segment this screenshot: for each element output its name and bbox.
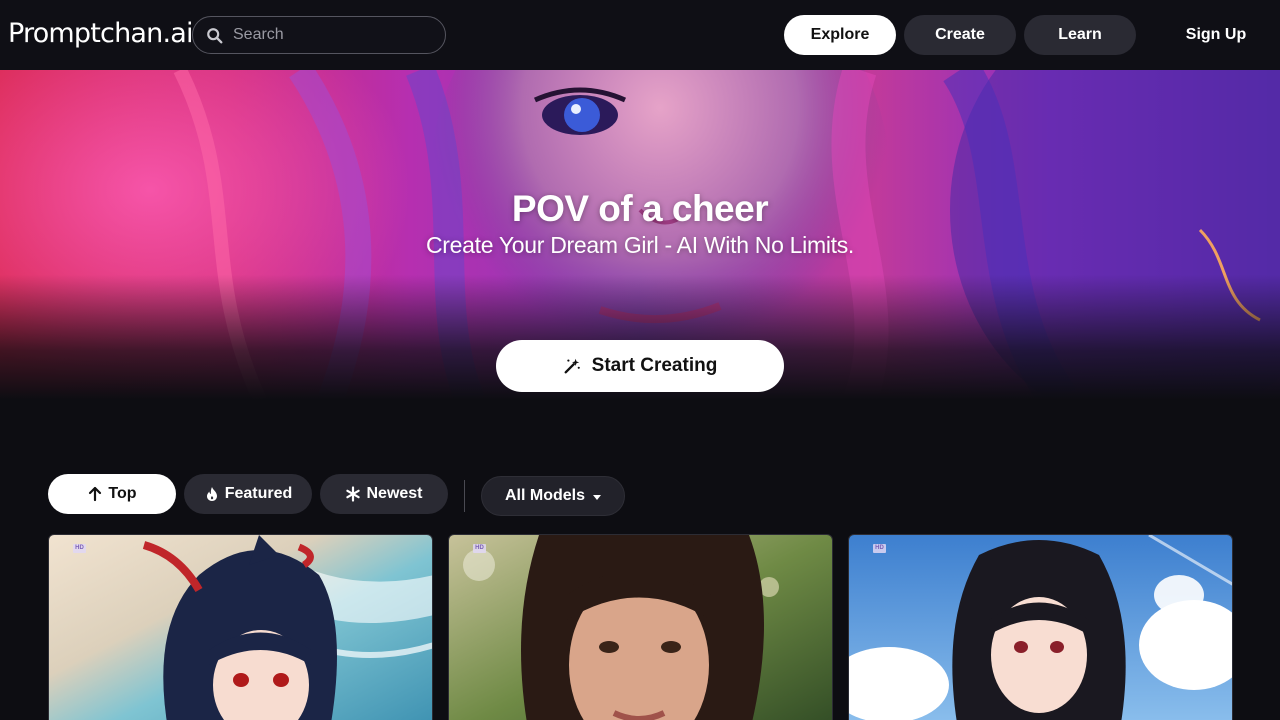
logo[interactable]: Promptchan.ai bbox=[8, 18, 194, 49]
filter-featured-label: Featured bbox=[224, 485, 293, 502]
search-input[interactable] bbox=[233, 17, 433, 53]
hd-badge: HD bbox=[73, 544, 86, 553]
filter-top-tab[interactable]: Top bbox=[48, 474, 176, 514]
hero-title: POV of a cheer bbox=[511, 188, 769, 229]
start-creating-label: Start Creating bbox=[591, 355, 718, 376]
search-icon bbox=[207, 28, 223, 44]
chevron-down-icon bbox=[593, 494, 601, 500]
start-creating-button[interactable]: Start Creating bbox=[496, 340, 784, 392]
filter-newest-label: Newest bbox=[366, 485, 423, 502]
nav-learn-button[interactable]: Learn bbox=[1024, 15, 1136, 55]
filter-divider bbox=[464, 480, 465, 512]
gallery-card[interactable]: HD bbox=[848, 534, 1233, 720]
flame-icon bbox=[206, 487, 217, 501]
hd-badge: HD bbox=[873, 544, 886, 553]
sign-up-button[interactable]: Sign Up bbox=[1168, 15, 1264, 55]
all-models-label: All Models bbox=[504, 487, 585, 504]
filter-newest-tab[interactable]: Newest bbox=[320, 474, 448, 514]
nav-create-button[interactable]: Create bbox=[904, 15, 1016, 55]
top-navbar: Promptchan.ai Explore Create Learn Sign … bbox=[0, 0, 1280, 70]
hero-subtitle: Create Your Dream Girl - AI With No Limi… bbox=[425, 232, 855, 258]
filter-featured-tab[interactable]: Featured bbox=[184, 474, 312, 514]
filter-top-label: Top bbox=[108, 485, 137, 502]
asterisk-icon bbox=[346, 486, 361, 502]
search-box[interactable] bbox=[192, 16, 446, 54]
gallery-card[interactable]: HD bbox=[448, 534, 833, 720]
arrow-up-icon bbox=[89, 486, 102, 502]
card-image bbox=[449, 535, 832, 720]
nav-explore-button[interactable]: Explore bbox=[784, 15, 896, 55]
hd-badge: HD bbox=[473, 544, 486, 553]
magic-wand-icon bbox=[564, 358, 580, 374]
all-models-dropdown[interactable]: All Models bbox=[481, 476, 625, 516]
card-image bbox=[849, 535, 1232, 720]
card-image bbox=[49, 535, 432, 720]
gallery-card[interactable]: HD bbox=[48, 534, 433, 720]
